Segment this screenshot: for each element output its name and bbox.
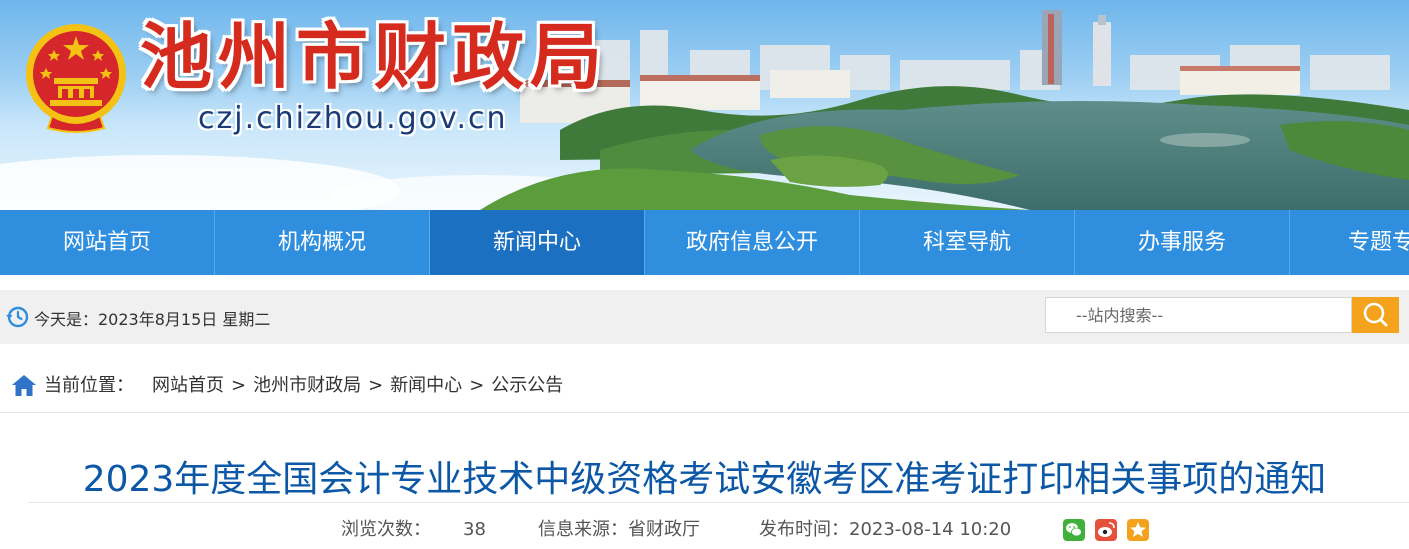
site-banner: 池州市财政局 czj.chizhou.gov.cn <box>0 0 1409 210</box>
search-icon <box>1363 302 1388 327</box>
breadcrumb-separator: > <box>469 375 485 396</box>
breadcrumb-news[interactable]: 新闻中心 <box>390 375 462 396</box>
nav-item-news[interactable]: 新闻中心 <box>430 210 645 275</box>
national-emblem-icon <box>22 20 130 134</box>
breadcrumb-home[interactable]: 网站首页 <box>152 375 224 396</box>
breadcrumb-prefix: 当前位置： <box>44 375 134 396</box>
weibo-share-button[interactable] <box>1095 519 1117 541</box>
site-domain: czj.chizhou.gov.cn <box>198 101 508 136</box>
wechat-icon <box>1066 523 1082 537</box>
home-icon <box>12 375 36 396</box>
article-title: 2023年度全国会计专业技术中级资格考试安徽考区准考证打印相关事项的通知 <box>82 459 1327 500</box>
site-name: 池州市财政局 <box>140 15 609 99</box>
nav-item-home[interactable]: 网站首页 <box>0 210 215 275</box>
article-meta: 浏览次数： 38 信息来源：省财政厅 发布时间：2023-08-14 10:20 <box>0 515 1409 545</box>
views-label: 浏览次数： <box>341 519 431 540</box>
weibo-icon <box>1098 522 1115 537</box>
main-nav: 网站首页 机构概况 新闻中心 政府信息公开 科室导航 办事服务 专题专 <box>0 210 1409 275</box>
breadcrumb-separator: > <box>231 375 247 396</box>
search-button[interactable] <box>1352 297 1399 333</box>
date-search-bar: 今天是：2023年8月15日 星期二 <box>0 290 1409 344</box>
title-divider <box>28 502 1409 503</box>
clock-history-icon <box>6 306 29 328</box>
current-date: 今天是：2023年8月15日 星期二 <box>34 310 271 329</box>
views-count: 38 <box>463 519 486 540</box>
breadcrumb-bureau[interactable]: 池州市财政局 <box>253 375 361 396</box>
nav-item-gov-info[interactable]: 政府信息公开 <box>645 210 860 275</box>
nav-item-services[interactable]: 办事服务 <box>1075 210 1290 275</box>
publish-time: 发布时间：2023-08-14 10:20 <box>759 519 1012 540</box>
breadcrumb-separator: > <box>368 375 384 396</box>
info-source: 信息来源：省财政厅 <box>538 519 700 540</box>
favorite-star-icon <box>1130 522 1146 537</box>
wechat-share-button[interactable] <box>1063 519 1085 541</box>
breadcrumb: 当前位置： 网站首页 > 池州市财政局 > 新闻中心 > 公示公告 <box>0 360 1409 413</box>
site-search-input[interactable] <box>1045 297 1352 333</box>
breadcrumb-notices[interactable]: 公示公告 <box>491 375 563 396</box>
nav-item-topics[interactable]: 专题专 <box>1290 210 1409 275</box>
nav-item-departments[interactable]: 科室导航 <box>860 210 1075 275</box>
favorite-button[interactable] <box>1127 519 1149 541</box>
nav-item-about[interactable]: 机构概况 <box>215 210 430 275</box>
